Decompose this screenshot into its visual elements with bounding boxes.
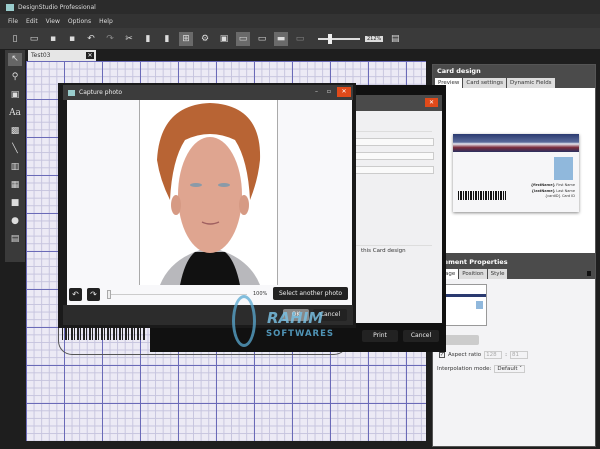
print-cancel-button[interactable]: Cancel xyxy=(403,330,439,342)
field-key: {cardID} xyxy=(544,194,561,198)
fit-icon[interactable]: ▭ xyxy=(293,32,307,46)
watermark-logo-icon xyxy=(232,295,256,347)
print-button[interactable]: Print xyxy=(362,330,398,342)
close-tab-icon[interactable]: ✕ xyxy=(86,52,94,59)
field-value: Card ID xyxy=(561,194,575,198)
rectangle-icon[interactable]: ■ xyxy=(8,197,22,210)
card-banner xyxy=(453,134,579,152)
menu-edit[interactable]: Edit xyxy=(26,18,38,25)
card-design-title: Card design xyxy=(433,65,595,78)
aspect-height-input[interactable]: 81 xyxy=(509,351,528,359)
menu-options[interactable]: Options xyxy=(68,18,91,25)
cut-icon[interactable]: ✂ xyxy=(122,32,136,46)
barcode-icon[interactable]: ▥ xyxy=(8,161,22,174)
aspect-ratio-checkbox[interactable]: ✓ xyxy=(439,352,445,358)
field-key: {firstName} xyxy=(530,183,556,187)
undo-icon[interactable]: ↶ xyxy=(84,32,98,46)
interpolation-value: Default xyxy=(497,366,518,372)
photo-icon[interactable]: ▩ xyxy=(8,125,22,138)
interpolation-select[interactable]: Default ˅ xyxy=(494,365,526,373)
interpolation-label: Interpolation mode: xyxy=(437,366,492,372)
close-icon[interactable]: ✕ xyxy=(425,98,438,107)
card-preview-area: {firstName} First Name {lastName} Last N… xyxy=(433,88,595,253)
card-icon[interactable]: ▣ xyxy=(217,32,231,46)
watermark-line1: RAHIM xyxy=(267,309,324,327)
field-value: Last Name xyxy=(556,188,575,193)
tab-dynamic-fields[interactable]: Dynamic Fields xyxy=(506,78,555,88)
save-icon[interactable]: ▪ xyxy=(46,32,60,46)
grid-icon[interactable]: ⊞ xyxy=(179,31,193,46)
card-preview: {firstName} First Name {lastName} Last N… xyxy=(453,134,579,212)
paste-icon[interactable]: ▮ xyxy=(160,32,174,46)
line-icon[interactable]: ╲ xyxy=(8,143,22,156)
card-barcode xyxy=(458,191,506,200)
element-properties-title: Element Properties xyxy=(433,256,595,269)
back-side-icon[interactable]: ▭ xyxy=(255,32,269,46)
layout-icon[interactable]: ▬ xyxy=(274,31,288,46)
card-photo xyxy=(554,157,573,180)
rotate-right-button[interactable]: ↷ xyxy=(87,288,100,301)
database-image-icon[interactable]: ▤ xyxy=(8,233,22,246)
menu-help[interactable]: Help xyxy=(99,18,113,25)
field-value: First Name xyxy=(556,183,575,187)
dialog-title: Capture photo xyxy=(79,89,123,96)
image-thumbnail xyxy=(443,284,487,326)
element-properties-content: ✓ Aspect ratio 128 : 81 Interpolation mo… xyxy=(433,279,595,449)
aspect-ratio-label: Aspect ratio xyxy=(448,352,482,358)
photo-preview xyxy=(139,100,278,285)
open-icon[interactable]: ▭ xyxy=(27,32,41,46)
image-icon[interactable]: ▣ xyxy=(8,89,22,102)
aspect-width-input[interactable]: 128 xyxy=(484,351,503,359)
zoom-slider[interactable] xyxy=(318,33,360,44)
print-option-text: this Card design xyxy=(361,248,406,254)
tool-strip: ↖ ⚲ ▣ Aa ▩ ╲ ▥ ▦ ■ ● ▤ xyxy=(5,50,25,262)
menu-file[interactable]: File xyxy=(8,18,18,25)
app-title: DesignStudio Professional xyxy=(18,3,96,11)
canvas-barcode xyxy=(62,328,146,340)
gear-icon[interactable]: ⚙ xyxy=(198,32,212,46)
aspect-separator: : xyxy=(505,352,507,358)
lock-icon[interactable] xyxy=(587,271,591,276)
close-icon[interactable]: ✕ xyxy=(337,87,351,97)
copy-icon[interactable]: ▮ xyxy=(141,32,155,46)
photo-zoom-slider[interactable] xyxy=(107,290,247,299)
app-icon xyxy=(6,3,14,11)
watermark: RAHIM SOFTWARES xyxy=(232,295,352,347)
zoom-icon[interactable]: ⚲ xyxy=(8,71,22,84)
tab-style[interactable]: Style xyxy=(487,269,508,279)
card-design-panel: Card design Preview Card settings Dynami… xyxy=(432,64,596,447)
document-tab-label: Test03 xyxy=(31,52,51,59)
title-bar: DesignStudio Professional xyxy=(0,0,600,14)
menu-view[interactable]: View xyxy=(46,18,60,25)
pointer-icon[interactable]: ↖ xyxy=(8,53,22,66)
document-tab[interactable]: Test03 ✕ xyxy=(28,50,96,61)
minimize-icon[interactable]: – xyxy=(315,88,318,95)
toolbar: ▯ ▭ ▪ ▪ ↶ ↷ ✂ ▮ ▮ ⊞ ⚙ ▣ ▭ ▭ ▬ ▭ 212% ▤ xyxy=(0,28,600,49)
capture-photo-dialog: Capture photo – ▫ ✕ ↶ ↷ 100% Select anot… xyxy=(58,83,356,328)
save-all-icon[interactable]: ▪ xyxy=(65,32,79,46)
front-side-icon[interactable]: ▭ xyxy=(236,31,250,46)
tab-card-settings[interactable]: Card settings xyxy=(463,78,506,88)
maximize-icon[interactable]: ▫ xyxy=(327,88,331,95)
field-key: {lastName} xyxy=(531,188,556,193)
zoom-level[interactable]: 212% xyxy=(365,35,384,42)
tab-position[interactable]: Position xyxy=(459,269,487,279)
camera-icon xyxy=(68,89,75,96)
watermark-line2: SOFTWARES xyxy=(266,329,334,339)
new-icon[interactable]: ▯ xyxy=(8,32,22,46)
ellipse-icon[interactable]: ● xyxy=(8,215,22,228)
rotate-left-button[interactable]: ↶ xyxy=(69,288,82,301)
menu-bar: File Edit View Options Help xyxy=(0,14,600,28)
portrait-photo xyxy=(157,103,261,285)
qrcode-icon[interactable]: ▦ xyxy=(8,179,22,192)
text-icon[interactable]: Aa xyxy=(8,107,22,120)
properties-icon[interactable]: ▤ xyxy=(388,32,402,46)
redo-icon[interactable]: ↷ xyxy=(103,32,117,46)
